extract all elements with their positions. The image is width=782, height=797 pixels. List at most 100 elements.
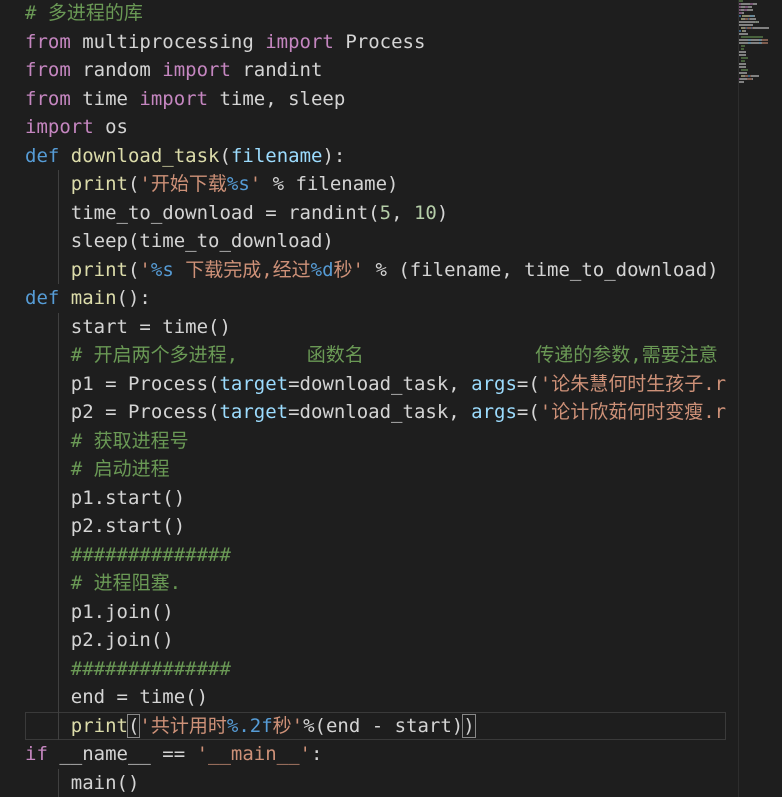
code-line[interactable]: p1.start() bbox=[25, 484, 726, 513]
code-token: time_to_download = randint( bbox=[25, 201, 380, 224]
minimap-line bbox=[739, 57, 782, 59]
code-token: ): bbox=[322, 144, 346, 167]
code-line[interactable]: # 开启两个多进程, 函数名 传递的参数,需要注意 bbox=[25, 341, 726, 370]
code-token: import bbox=[25, 116, 94, 138]
minimap-line bbox=[739, 18, 782, 20]
code-token: main() bbox=[25, 771, 140, 794]
code-line[interactable]: import os bbox=[25, 113, 726, 142]
minimap-segment bbox=[751, 42, 759, 44]
code-line[interactable]: p1 = Process(target=download_task, args=… bbox=[25, 370, 726, 399]
code-line[interactable]: # 进程阻塞. bbox=[25, 569, 726, 598]
code-token: ############## bbox=[70, 543, 231, 566]
code-token: ( bbox=[126, 713, 141, 738]
minimap-segment bbox=[739, 33, 748, 35]
code-token: print bbox=[70, 258, 128, 281]
minimap-segment bbox=[741, 3, 750, 5]
minimap-segment bbox=[739, 63, 746, 65]
minimap-line bbox=[739, 39, 782, 41]
minimap-segment bbox=[747, 9, 753, 11]
minimap-segment bbox=[741, 60, 745, 62]
code-line[interactable]: p2.start() bbox=[25, 512, 726, 541]
code-token: =download_task, bbox=[288, 372, 472, 395]
code-token: %s bbox=[150, 258, 174, 281]
code-token: multiprocessing bbox=[70, 30, 266, 53]
code-token: print bbox=[70, 714, 128, 737]
code-token: target bbox=[219, 401, 289, 423]
minimap-line bbox=[739, 21, 782, 23]
code-line[interactable]: ############## bbox=[25, 655, 726, 684]
code-token: =( bbox=[516, 372, 540, 395]
minimap[interactable] bbox=[738, 0, 782, 797]
code-line[interactable]: def main(): bbox=[25, 284, 726, 313]
code-token: import bbox=[162, 59, 231, 81]
code-token: '__main__' bbox=[196, 743, 311, 765]
minimap-segment bbox=[748, 6, 752, 8]
code-editor[interactable]: # 多进程的库 from multiprocessing import Proce… bbox=[0, 0, 738, 797]
code-line[interactable]: print('%s 下载完成,经过%d秒' % (filename, time_… bbox=[25, 256, 726, 285]
code-token: '共计用时 bbox=[139, 714, 227, 737]
code-line[interactable]: main() bbox=[25, 769, 726, 797]
code-token: from bbox=[25, 59, 71, 81]
minimap-segment bbox=[739, 51, 746, 53]
minimap-line bbox=[739, 48, 782, 50]
minimap-segment bbox=[752, 78, 753, 80]
code-line[interactable]: sleep(time_to_download) bbox=[25, 227, 726, 256]
code-line[interactable]: p1.join() bbox=[25, 598, 726, 627]
code-lines[interactable]: # 多进程的库 from multiprocessing import Proce… bbox=[25, 0, 727, 797]
code-line[interactable]: def download_task(filename): bbox=[25, 142, 726, 171]
code-token: # 多进程的库 bbox=[25, 2, 143, 24]
code-token: ( bbox=[127, 173, 140, 195]
code-line[interactable]: print('开始下载%s' % filename) bbox=[25, 170, 726, 199]
code-token: p1.start() bbox=[25, 486, 186, 509]
code-token: p2.join() bbox=[25, 629, 174, 651]
minimap-segment bbox=[750, 18, 756, 20]
minimap-segment bbox=[758, 75, 759, 77]
code-token: from bbox=[25, 87, 71, 110]
code-token: ' bbox=[139, 258, 151, 281]
code-line[interactable]: end = time() bbox=[25, 683, 726, 712]
code-token: (): bbox=[116, 287, 151, 309]
minimap-segment bbox=[742, 12, 744, 14]
code-token: time, sleep bbox=[208, 87, 346, 110]
minimap-line bbox=[739, 15, 782, 17]
code-token: , bbox=[391, 201, 414, 224]
code-line[interactable]: ############## bbox=[25, 541, 726, 570]
indent-guide bbox=[58, 312, 59, 740]
minimap-segment bbox=[762, 42, 768, 44]
code-line[interactable]: from time import time, sleep bbox=[25, 85, 726, 114]
code-token: p1.join() bbox=[25, 600, 174, 623]
code-line[interactable]: start = time() bbox=[25, 313, 726, 342]
code-line[interactable]: time_to_download = randint(5, 10) bbox=[25, 199, 726, 228]
code-line[interactable]: p2 = Process(target=download_task, args=… bbox=[25, 398, 726, 427]
code-line[interactable]: # 多进程的库 bbox=[25, 0, 726, 28]
code-line[interactable]: # 启动进程 bbox=[25, 455, 726, 484]
code-token: from bbox=[25, 30, 71, 53]
code-token: time bbox=[70, 87, 140, 110]
code-line[interactable]: # 获取进程号 bbox=[25, 427, 726, 456]
code-token: p2 = Process( bbox=[25, 401, 220, 423]
code-token: end = time() bbox=[25, 686, 209, 708]
code-line[interactable]: p2.join() bbox=[25, 626, 726, 655]
minimap-line bbox=[739, 12, 782, 14]
minimap-line bbox=[739, 27, 782, 29]
code-token: # 开启两个多进程, 函数名 传递的参数,需要注意 bbox=[70, 344, 718, 366]
code-token: args bbox=[471, 401, 517, 423]
code-token: p1 = Process( bbox=[25, 372, 220, 395]
code-line[interactable]: from random import randint bbox=[25, 56, 726, 85]
minimap-segment bbox=[754, 15, 755, 17]
minimap-line bbox=[739, 66, 782, 68]
code-token: 秒' bbox=[272, 714, 304, 737]
code-line[interactable]: if __name__ == '__main__': bbox=[25, 740, 726, 769]
code-line[interactable]: from multiprocessing import Process bbox=[25, 28, 726, 57]
code-line[interactable]: print('共计用时%.2f秒'%(end - start)) bbox=[25, 711, 727, 740]
code-token: # 启动进程 bbox=[70, 458, 170, 480]
code-token: 下载完成,经过 bbox=[173, 258, 311, 281]
minimap-segment bbox=[739, 24, 753, 26]
